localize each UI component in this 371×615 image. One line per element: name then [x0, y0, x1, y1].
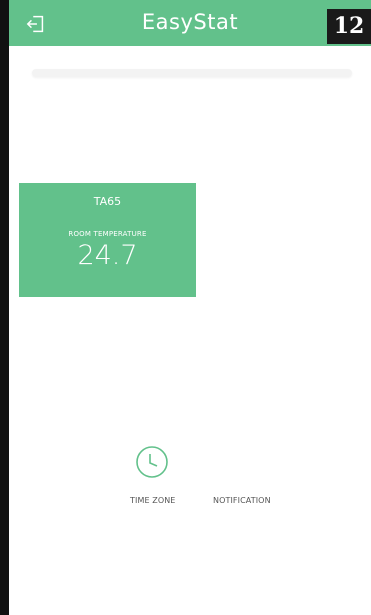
- time-zone-button[interactable]: TIME ZONE: [130, 496, 175, 505]
- temperature-value: 24.7: [77, 240, 138, 271]
- app-title: EasyStat: [141, 10, 239, 34]
- search-bar[interactable]: [32, 69, 352, 77]
- notification-button[interactable]: NOTIFICATION: [213, 496, 271, 505]
- frame-left-border: [0, 0, 9, 615]
- clock-icon[interactable]: [135, 445, 169, 479]
- step-number-badge: 12: [327, 9, 371, 44]
- widget-label: ROOM TEMPERATURE: [68, 230, 147, 238]
- app-header: EasyStat: [9, 0, 371, 46]
- temperature-widget[interactable]: TA65 ROOM TEMPERATURE 24.7: [19, 183, 196, 297]
- device-name: TA65: [93, 195, 122, 208]
